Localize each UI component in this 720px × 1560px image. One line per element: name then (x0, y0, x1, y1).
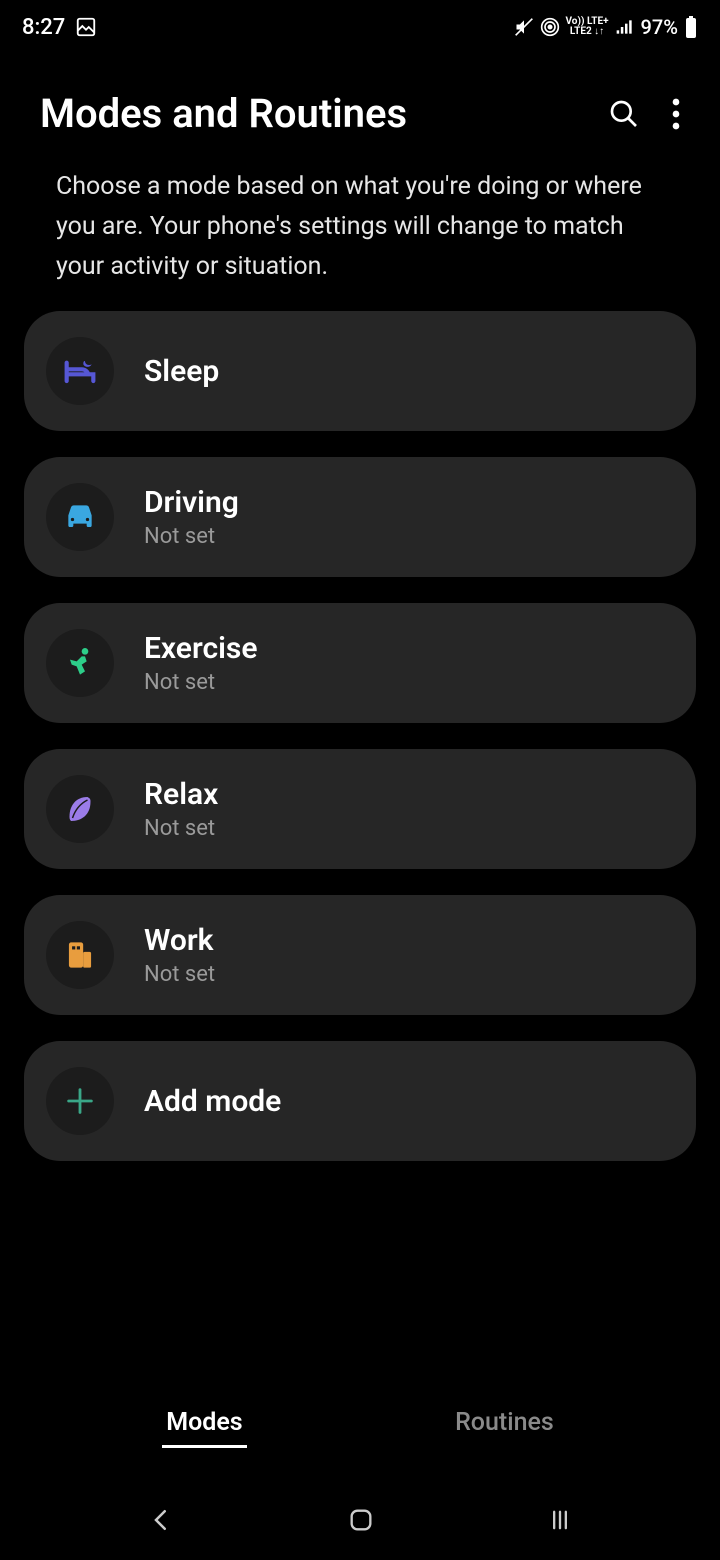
mute-icon (514, 17, 534, 37)
recents-icon[interactable] (546, 1506, 574, 1534)
status-time: 8:27 (22, 15, 65, 40)
mode-title: Add mode (144, 1084, 281, 1119)
bottom-tabs: Modes Routines (0, 1400, 720, 1470)
mode-card-driving[interactable]: Driving Not set (24, 457, 696, 577)
search-icon[interactable] (608, 98, 640, 130)
building-icon (46, 921, 114, 989)
mode-subtitle: Not set (144, 670, 257, 695)
page-description: Choose a mode based on what you're doing… (0, 157, 720, 311)
status-bar: 8:27 Vo)) LTE+ LTE2 ↓↑ 97% (0, 0, 720, 50)
mode-title: Sleep (144, 354, 219, 389)
page-title: Modes and Routines (40, 90, 407, 137)
car-icon (46, 483, 114, 551)
mode-title: Exercise (144, 631, 257, 666)
status-right: Vo)) LTE+ LTE2 ↓↑ 97% (514, 15, 699, 39)
mode-card-sleep[interactable]: Sleep (24, 311, 696, 431)
hotspot-icon (540, 17, 560, 37)
mode-card-work[interactable]: Work Not set (24, 895, 696, 1015)
home-icon[interactable] (347, 1506, 375, 1534)
lte-bottom: LTE2 ↓↑ (570, 27, 604, 37)
bed-icon (46, 337, 114, 405)
mode-subtitle: Not set (144, 816, 218, 841)
mode-title: Work (144, 923, 215, 958)
leaf-icon (46, 775, 114, 843)
add-mode-button[interactable]: Add mode (24, 1041, 696, 1161)
system-nav-bar (0, 1480, 720, 1560)
page-header: Modes and Routines (0, 50, 720, 157)
battery-icon (684, 16, 698, 38)
mode-title: Relax (144, 777, 218, 812)
runner-icon (46, 629, 114, 697)
status-left: 8:27 (22, 15, 97, 40)
mode-card-exercise[interactable]: Exercise Not set (24, 603, 696, 723)
plus-icon (46, 1067, 114, 1135)
back-icon[interactable] (146, 1505, 176, 1535)
signal-icon (615, 17, 635, 37)
mode-subtitle: Not set (144, 962, 215, 987)
mode-list: Sleep Driving Not set Exercise Not set R… (0, 311, 720, 1161)
mode-subtitle: Not set (144, 524, 239, 549)
mode-card-relax[interactable]: Relax Not set (24, 749, 696, 869)
tab-routines[interactable]: Routines (451, 1400, 558, 1448)
battery-percent: 97% (641, 15, 678, 39)
tab-modes[interactable]: Modes (162, 1400, 246, 1448)
mode-title: Driving (144, 485, 239, 520)
network-type-icon: Vo)) LTE+ LTE2 ↓↑ (566, 17, 609, 37)
picture-icon (75, 16, 97, 38)
more-icon[interactable] (672, 98, 680, 130)
header-actions (608, 98, 680, 130)
